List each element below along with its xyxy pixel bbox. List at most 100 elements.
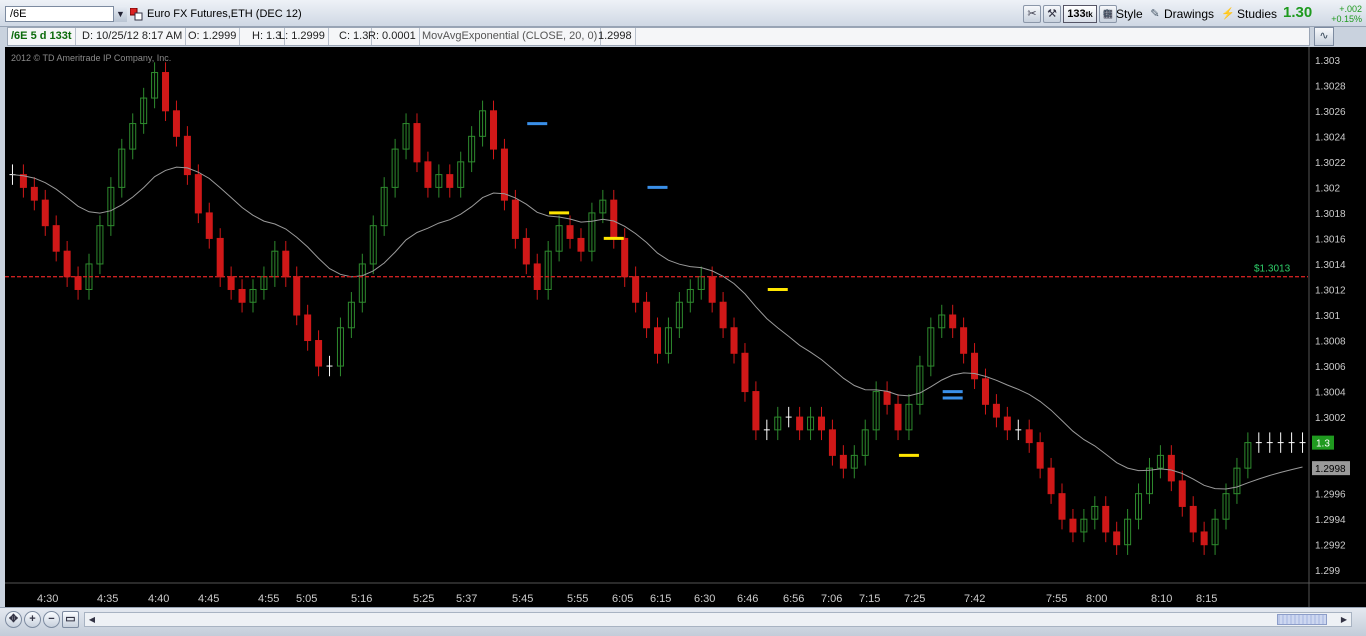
y-tick-label: 1.3006	[1315, 362, 1346, 373]
instrument-description: Euro FX Futures,ETH (DEC 12)	[147, 8, 302, 20]
x-tick-label: 4:40	[148, 593, 169, 605]
x-tick-label: 5:45	[512, 593, 533, 605]
candle-body	[960, 327, 968, 354]
y-tick-label: 1.3012	[1315, 285, 1346, 296]
x-tick-label: 4:55	[258, 593, 279, 605]
candle-body	[446, 174, 454, 188]
y-tick-label: 1.2992	[1315, 541, 1346, 552]
y-tick-label: 1.3028	[1315, 81, 1346, 92]
scrollbar-thumb[interactable]	[1277, 614, 1327, 625]
candle-body	[828, 429, 836, 456]
candle-body	[52, 225, 60, 252]
candle-body	[30, 186, 38, 201]
y-tick-label: 1.3018	[1315, 209, 1346, 220]
scroll-left-icon[interactable]: ◀	[85, 613, 99, 626]
net-change-percent: +0.15%	[1331, 14, 1362, 24]
info-range: R: 0.0001	[365, 28, 420, 45]
candle-body	[1025, 429, 1033, 444]
candle-body	[1036, 442, 1044, 469]
candle-body	[500, 148, 508, 201]
y-tick-label: 1.302	[1315, 183, 1340, 194]
fit-chart-icon[interactable]: ▭	[62, 611, 79, 628]
x-tick-label: 5:05	[296, 593, 317, 605]
candle-body	[1102, 505, 1110, 533]
zoom-in-icon[interactable]: +	[24, 611, 41, 628]
candle-body	[1167, 454, 1175, 482]
candle-body	[719, 301, 727, 329]
drawings-label: Drawings	[1164, 7, 1215, 21]
candle-body	[796, 416, 804, 431]
candle-body	[643, 301, 651, 329]
x-tick-label: 7:42	[964, 593, 985, 605]
x-tick-label: 7:55	[1046, 593, 1067, 605]
y-tick-label: 1.3022	[1315, 158, 1346, 169]
candle-body	[741, 352, 749, 393]
scroll-right-icon[interactable]: ▶	[1337, 613, 1351, 626]
y-tick-label: 1.303	[1315, 56, 1340, 67]
x-tick-label: 5:25	[413, 593, 434, 605]
candle-body	[817, 416, 825, 431]
info-low: L: 1.2999	[276, 28, 329, 45]
candle-body	[216, 237, 224, 278]
drawings-button[interactable]: ✎ Drawings	[1148, 6, 1214, 22]
pan-icon[interactable]: ✥	[5, 611, 22, 628]
copyright-text: 2012 © TD Ameritrade IP Company, Inc.	[11, 53, 172, 63]
candle-body	[172, 110, 180, 137]
y-tick-label: 1.3026	[1315, 107, 1346, 118]
candle-body	[304, 314, 312, 342]
candle-body	[752, 391, 760, 431]
candle-body	[1047, 467, 1055, 495]
candle-body	[894, 403, 902, 431]
style-icon: ⚙	[1102, 8, 1112, 20]
last-price: 1.30	[1283, 4, 1313, 21]
x-tick-label: 8:00	[1086, 593, 1107, 605]
candle-body	[511, 199, 519, 239]
studies-button[interactable]: ⚡ Studies	[1221, 6, 1277, 22]
candle-body	[238, 288, 246, 303]
ema-marker-label: 1.2998	[1315, 464, 1346, 475]
candle-body	[490, 110, 498, 150]
info-symbol-period: /6E 5 d 133t	[8, 28, 76, 45]
symbol-link-icon[interactable]	[130, 8, 143, 21]
info-study-name: MovAvgExponential (CLOSE, 20, 0)	[419, 28, 602, 45]
x-tick-label: 8:15	[1196, 593, 1217, 605]
y-tick-label: 1.2994	[1315, 515, 1346, 526]
candle-body	[621, 237, 629, 278]
chart-scrollbar[interactable]: ◀ ▶	[84, 612, 1352, 627]
style-label: Style	[1116, 7, 1143, 21]
x-tick-label: 6:56	[783, 593, 804, 605]
y-tick-label: 1.299	[1315, 566, 1340, 577]
candle-body	[577, 237, 585, 252]
candle-body	[74, 276, 82, 290]
info-date: D: 10/25/12 8:17 AM	[79, 28, 187, 45]
x-tick-label: 7:15	[859, 593, 880, 605]
chart-canvas[interactable]: 1.3031.30281.30261.30241.30221.3021.3018…	[5, 47, 1366, 607]
style-button[interactable]: ⚙ Style	[1100, 6, 1143, 22]
x-tick-label: 7:25	[904, 593, 925, 605]
x-tick-label: 6:15	[650, 593, 671, 605]
candle-body	[839, 454, 847, 469]
y-tick-label: 1.3016	[1315, 234, 1346, 245]
symbol-dropdown-button[interactable]: ▼	[113, 6, 127, 22]
price-level-label: $1.3013	[1254, 264, 1291, 275]
price-chart[interactable]: 1.303 1.3028 1.3026 1.3024 1.3022 1.302 1.3018…	[5, 47, 1366, 607]
wrench-icon[interactable]: ⚒	[1043, 5, 1061, 23]
symbol-input[interactable]: /6E	[5, 6, 127, 22]
y-tick-label: 1.301	[1315, 311, 1340, 322]
zoom-out-icon[interactable]: −	[43, 611, 60, 628]
x-tick-label: 5:55	[567, 593, 588, 605]
candle-body	[282, 250, 290, 278]
info-study-value: 1.2998	[595, 28, 636, 45]
candle-body	[194, 174, 202, 214]
aggregation-unit: tk	[1085, 10, 1093, 19]
candle-body	[610, 199, 618, 239]
candle-body	[315, 340, 323, 367]
x-tick-label: 4:30	[37, 593, 58, 605]
candle-body	[1003, 416, 1011, 431]
scissors-icon[interactable]: ✂	[1023, 5, 1041, 23]
aggregation-selector[interactable]: 133tk	[1063, 5, 1097, 23]
chart-toolbar: /6E ▼ Euro FX Futures,ETH (DEC 12) ✂ ⚒ 1…	[0, 0, 1366, 27]
y-tick-label: 1.3014	[1315, 260, 1346, 271]
x-tick-label: 4:45	[198, 593, 219, 605]
chart-settings-button[interactable]: ∿	[1314, 27, 1334, 46]
